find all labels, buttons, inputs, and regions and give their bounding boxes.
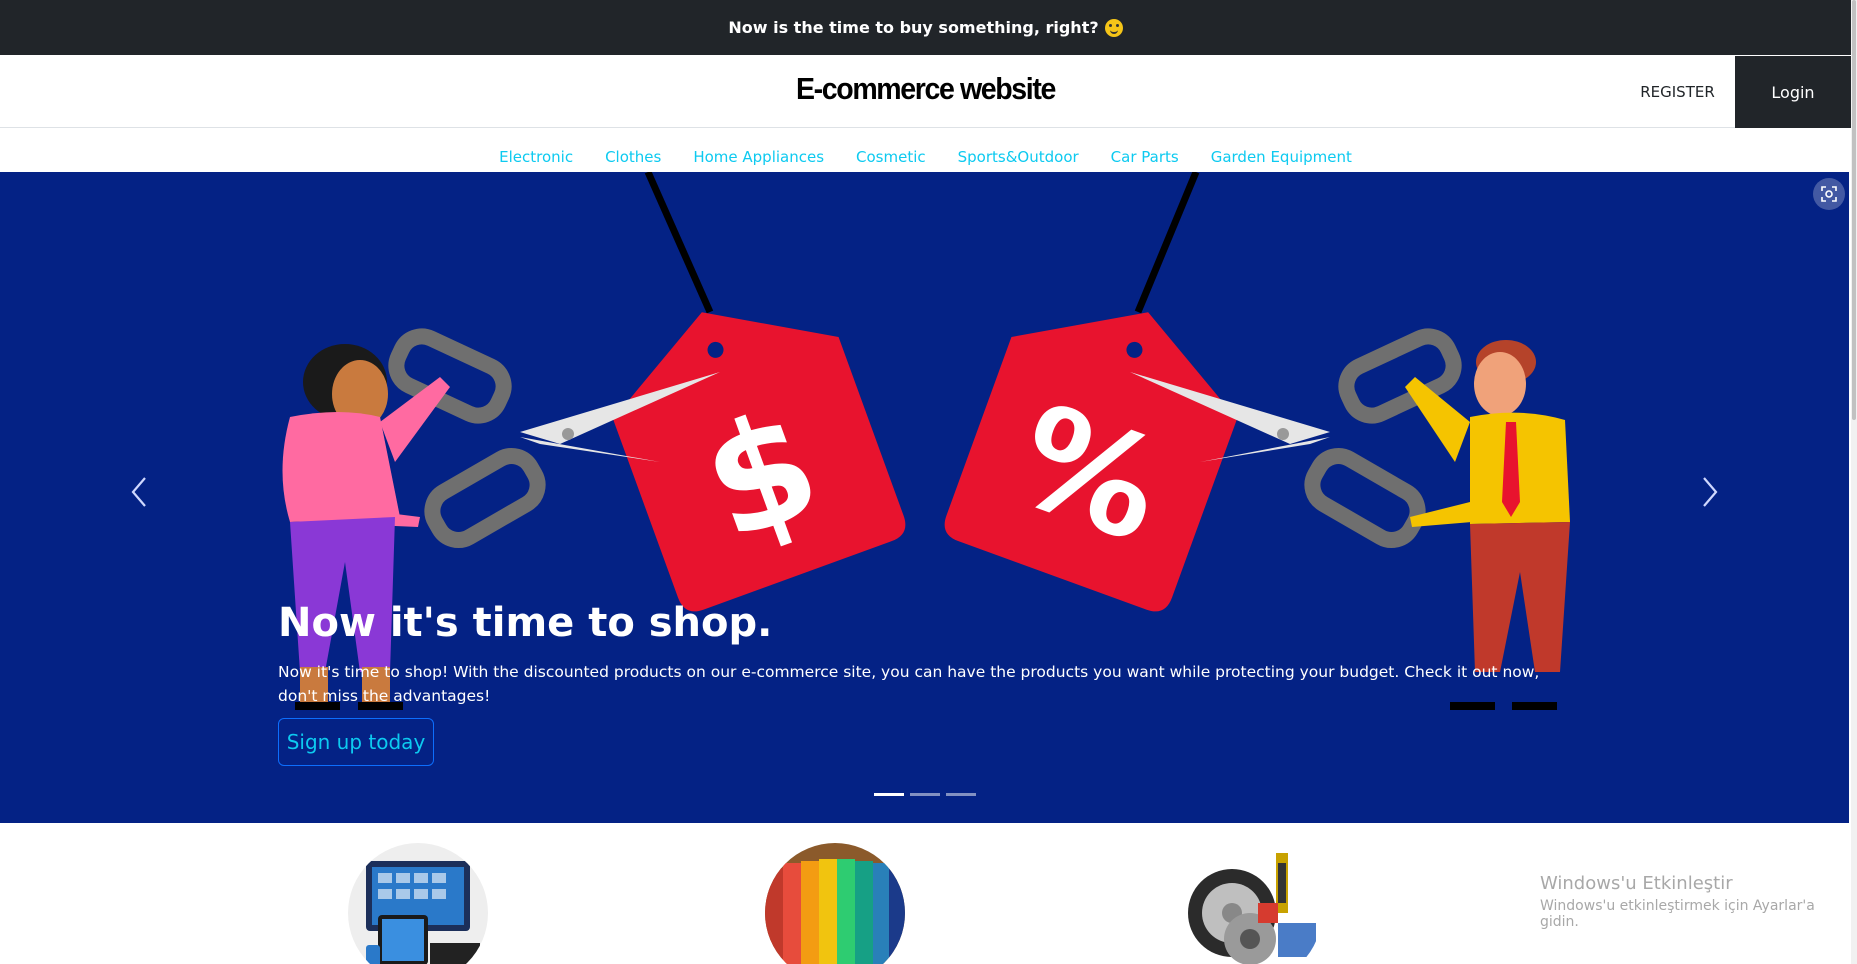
category-link-cosmetic[interactable]: Cosmetic: [840, 148, 942, 166]
hero-carousel: $ % Now it's time to shop. Now it's time…: [0, 172, 1849, 823]
login-button[interactable]: Login: [1735, 56, 1851, 128]
sign-up-button[interactable]: Sign up today: [278, 718, 434, 766]
carousel-indicators: [874, 793, 976, 796]
category-link-electronic[interactable]: Electronic: [483, 148, 589, 166]
site-logo[interactable]: E-commerce website: [74, 71, 1777, 107]
category-link-clothes[interactable]: Clothes: [589, 148, 677, 166]
site-header: E-commerce website REGISTER Login: [0, 55, 1851, 128]
category-link-sports-outdoor[interactable]: Sports&Outdoor: [942, 148, 1095, 166]
watermark-title: Windows'u Etkinleştir: [1540, 873, 1733, 894]
category-link-car-parts[interactable]: Car Parts: [1095, 148, 1195, 166]
chevron-left-icon: [131, 477, 146, 507]
carousel-next-button[interactable]: [1690, 472, 1730, 512]
scrollbar-thumb[interactable]: [1852, 0, 1856, 420]
chevron-right-icon: [1703, 477, 1718, 507]
announcement-text: Now is the time to buy something, right?: [728, 18, 1099, 37]
clothes-image[interactable]: [765, 843, 905, 964]
electronics-image[interactable]: [348, 843, 488, 964]
category-link-garden-equipment[interactable]: Garden Equipment: [1195, 148, 1368, 166]
os-activation-watermark: Windows'u Etkinleştir Windows'u etkinleş…: [1540, 873, 1857, 930]
category-nav: Electronic Clothes Home Appliances Cosme…: [0, 128, 1851, 172]
watermark-subtitle: Windows'u etkinleştirmek için Ayarlar'a …: [1540, 898, 1815, 930]
top-announcement-bar: Now is the time to buy something, right?: [0, 0, 1851, 55]
carousel-title: Now it's time to shop.: [278, 600, 773, 646]
smirk-emoji-icon: [1104, 18, 1123, 37]
carousel-caption: Now it's time to shop. Now it's time to …: [278, 600, 1578, 708]
carousel-description: Now it's time to shop! With the discount…: [278, 663, 1540, 705]
carousel-prev-button[interactable]: [119, 472, 159, 512]
visual-search-icon[interactable]: [1813, 178, 1845, 210]
carousel-indicator-3[interactable]: [946, 793, 976, 796]
car-parts-image[interactable]: [1182, 843, 1322, 964]
category-link-home-appliances[interactable]: Home Appliances: [677, 148, 840, 166]
carousel-indicator-1[interactable]: [874, 793, 904, 796]
page: Now is the time to buy something, right?…: [0, 0, 1857, 964]
page-scrollbar[interactable]: [1851, 0, 1857, 964]
register-link[interactable]: REGISTER: [1620, 55, 1735, 128]
carousel-indicator-2[interactable]: [910, 793, 940, 796]
